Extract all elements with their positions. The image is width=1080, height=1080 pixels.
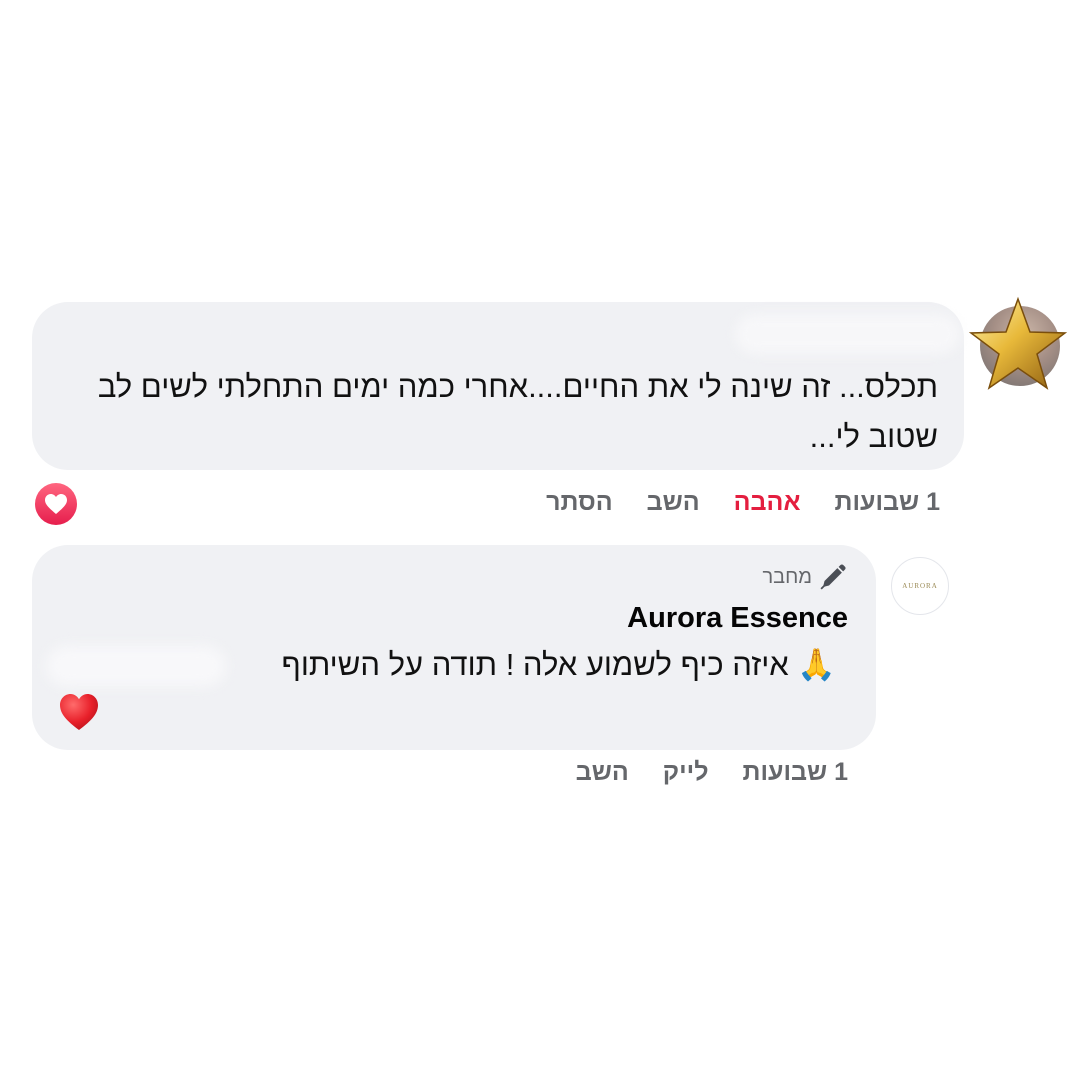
- blurred-mention: [46, 646, 226, 686]
- comment-timestamp[interactable]: 1 שבועות: [743, 758, 848, 787]
- author-name[interactable]: Aurora Essence: [627, 602, 848, 635]
- hide-button[interactable]: הסתר: [546, 488, 612, 517]
- comment-text-1: תכלס... זה שינה לי את החיים....אחרי כמה …: [97, 369, 938, 454]
- comment-actions-2: 1 שבועות לייק השב: [576, 758, 848, 787]
- page-avatar[interactable]: AURORA: [891, 557, 949, 615]
- red-heart-icon[interactable]: [58, 692, 100, 732]
- avatar-logo-text: AURORA: [902, 582, 938, 590]
- comment-timestamp[interactable]: 1 שבועות: [835, 488, 940, 517]
- heart-reaction-icon[interactable]: [35, 483, 77, 525]
- comment-text-2: 🙏 איזה כיף לשמוע אלה ! תודה על השיתוף: [281, 647, 836, 682]
- like-button[interactable]: לייק: [663, 758, 709, 787]
- blurred-commenter-name: [735, 314, 960, 354]
- reply-button[interactable]: השב: [576, 758, 629, 787]
- love-reaction-button[interactable]: אהבה: [734, 488, 801, 517]
- author-badge: מחבר: [762, 562, 848, 592]
- author-badge-label: מחבר: [762, 565, 812, 588]
- reply-button[interactable]: השב: [647, 488, 700, 517]
- pencil-icon: [820, 564, 846, 590]
- star-icon: [968, 296, 1068, 390]
- comment-actions-1: 1 שבועות אהבה השב הסתר: [546, 488, 940, 517]
